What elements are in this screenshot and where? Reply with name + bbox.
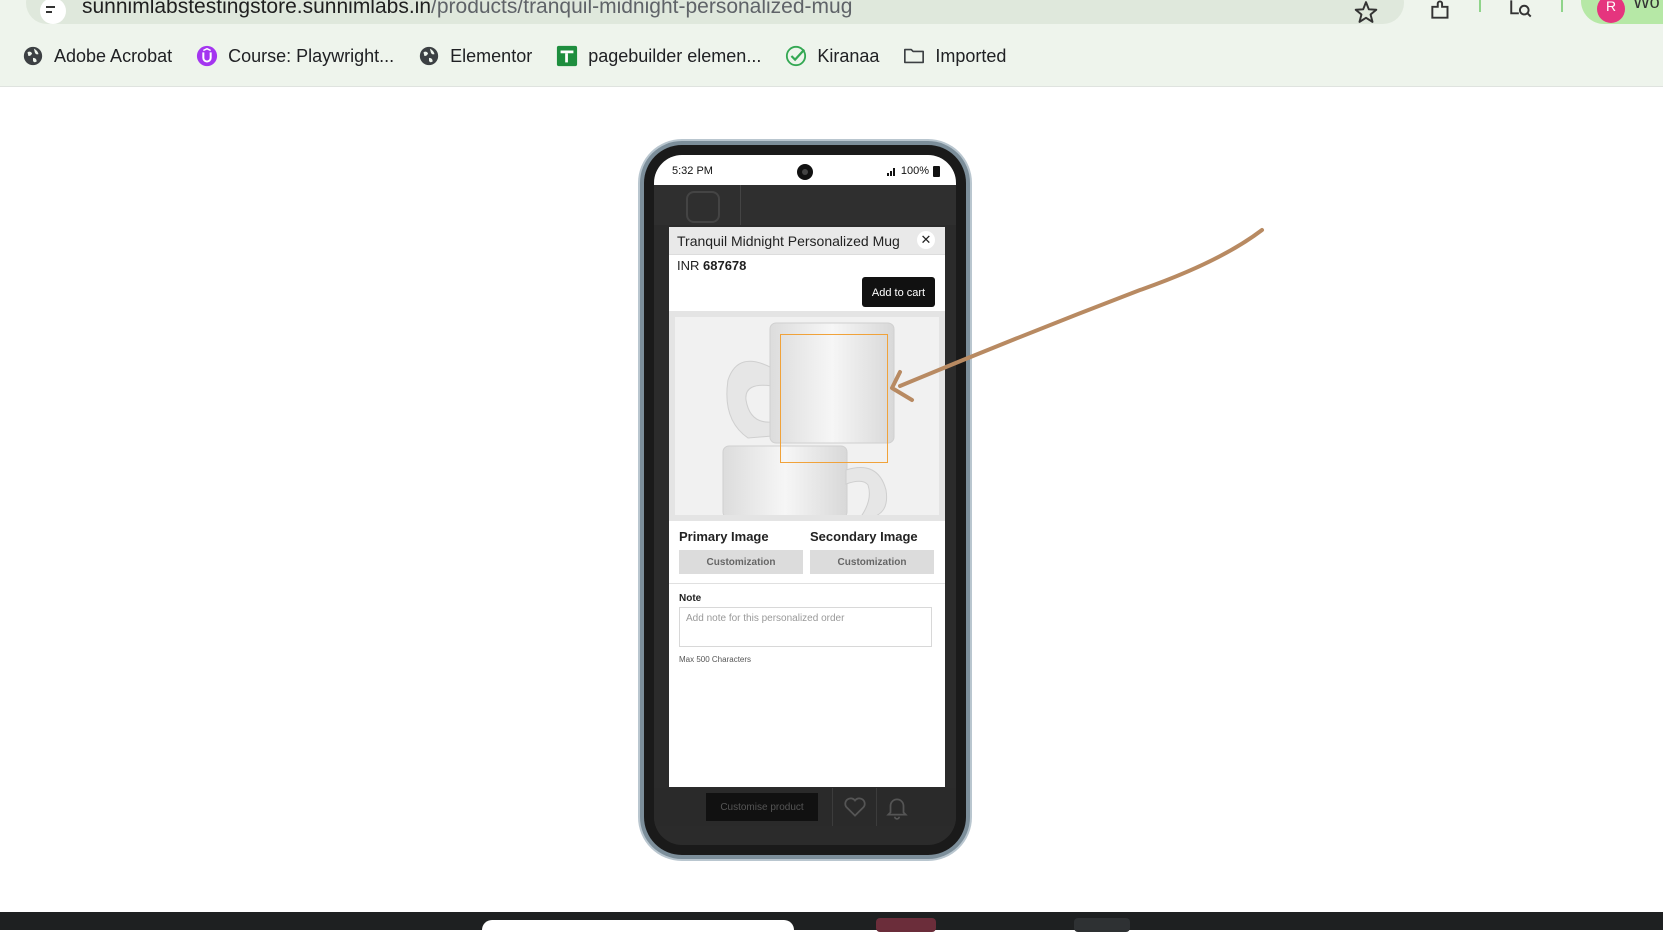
primary-customization-button[interactable]: Customization <box>679 550 803 574</box>
phone-frame: 5:32 PM 100% Tranquil Midnight Personali… <box>644 145 966 855</box>
bookmark-kiranaa[interactable]: Kiranaa <box>785 45 879 67</box>
divider <box>876 788 877 826</box>
note-textarea[interactable]: Add note for this personalized order <box>679 607 932 647</box>
bookmark-pagebuilder[interactable]: pagebuilder elemen... <box>556 45 761 67</box>
profile-label: Wo <box>1633 0 1660 12</box>
bookmark-label: Course: Playwright... <box>228 45 395 66</box>
site-info-icon[interactable] <box>40 0 66 24</box>
battery-icon <box>933 165 940 177</box>
sheets-icon <box>557 45 578 67</box>
product-price: INR 687678 <box>677 258 746 273</box>
url-path: /products/tranquil-midnight-personalized… <box>431 0 853 18</box>
divider <box>740 185 741 225</box>
price-currency: INR <box>677 258 700 273</box>
toolbar-divider <box>1561 0 1563 12</box>
lens-search-icon[interactable] <box>1506 0 1536 22</box>
toolbar-divider <box>1479 0 1481 12</box>
primary-image-label: Primary Image <box>679 529 769 544</box>
battery-level: 100% <box>900 165 929 177</box>
note-char-limit: Max 500 Characters <box>679 655 752 664</box>
url-host: sunnimlabstestingstore.sunnimlabs.in <box>82 0 432 18</box>
front-camera <box>797 164 813 180</box>
bookmarks-bar: Adobe Acrobat Course: Playwright... Elem… <box>22 40 1030 72</box>
note-label: Note <box>679 593 702 604</box>
heart-icon[interactable] <box>842 794 868 820</box>
bookmark-adobe-acrobat[interactable]: Adobe Acrobat <box>22 45 172 67</box>
status-bar: 5:32 PM 100% <box>654 155 956 185</box>
udemy-icon <box>197 45 218 67</box>
address-bar[interactable]: sunnimlabstestingstore.sunnimlabs.in/pro… <box>26 0 1404 24</box>
primary-image-group: Primary Image Customization <box>679 529 803 574</box>
url-text[interactable]: sunnimlabstestingstore.sunnimlabs.in/pro… <box>82 0 852 20</box>
signal-icon <box>886 166 897 176</box>
bookmark-elementor[interactable]: Elementor <box>418 45 532 67</box>
phone-side-button <box>966 420 971 468</box>
bookmark-label: Imported <box>935 45 1007 66</box>
bookmark-label: pagebuilder elemen... <box>588 45 762 66</box>
bookmark-label: Elementor <box>450 45 533 66</box>
avatar: R <box>1597 0 1625 23</box>
profile-button[interactable]: R Wo <box>1581 0 1663 24</box>
mug-preview-canvas[interactable] <box>675 317 939 515</box>
product-title: Tranquil Midnight Personalized Mug <box>677 233 900 249</box>
check-circle-icon <box>786 45 807 67</box>
extensions-icon[interactable] <box>1426 0 1456 22</box>
print-area-box[interactable] <box>780 334 888 463</box>
bookmark-label: Adobe Acrobat <box>54 45 173 66</box>
app-background-header <box>654 185 956 225</box>
browser-chrome: sunnimlabstestingstore.sunnimlabs.in/pro… <box>0 0 1663 87</box>
folder-icon <box>904 48 925 64</box>
status-indicators: 100% <box>886 165 940 177</box>
taskbar-search[interactable] <box>482 920 794 940</box>
bell-icon[interactable] <box>884 794 910 820</box>
customization-modal: Tranquil Midnight Personalized Mug ✕ INR… <box>669 227 945 787</box>
globe-icon <box>23 46 43 66</box>
bookmark-folder-imported[interactable]: Imported <box>903 45 1006 67</box>
price-value: 687678 <box>703 258 747 273</box>
bookmark-course-playwright[interactable]: Course: Playwright... <box>196 45 394 67</box>
globe-icon <box>419 46 439 66</box>
add-to-cart-button[interactable]: Add to cart <box>862 277 935 307</box>
secondary-customization-button[interactable]: Customization <box>810 550 934 574</box>
divider <box>832 788 833 826</box>
secondary-image-group: Secondary Image Customization <box>810 529 934 574</box>
os-taskbar <box>0 912 1663 940</box>
mug-preview <box>669 311 945 521</box>
customise-product-button[interactable]: Customise product <box>706 793 818 821</box>
phone-side-button <box>966 285 971 375</box>
secondary-image-label: Secondary Image <box>810 529 918 544</box>
bookmark-star-icon[interactable] <box>1352 0 1380 26</box>
divider <box>669 583 945 584</box>
image-placeholder-icon <box>686 191 720 223</box>
close-icon[interactable]: ✕ <box>917 231 935 249</box>
status-time: 5:32 PM <box>672 165 713 177</box>
phone-screen: 5:32 PM 100% Tranquil Midnight Personali… <box>654 155 956 845</box>
bookmark-label: Kiranaa <box>817 45 880 66</box>
product-bottom-bar: Customise product <box>654 788 956 826</box>
modal-header: Tranquil Midnight Personalized Mug ✕ <box>669 227 945 255</box>
